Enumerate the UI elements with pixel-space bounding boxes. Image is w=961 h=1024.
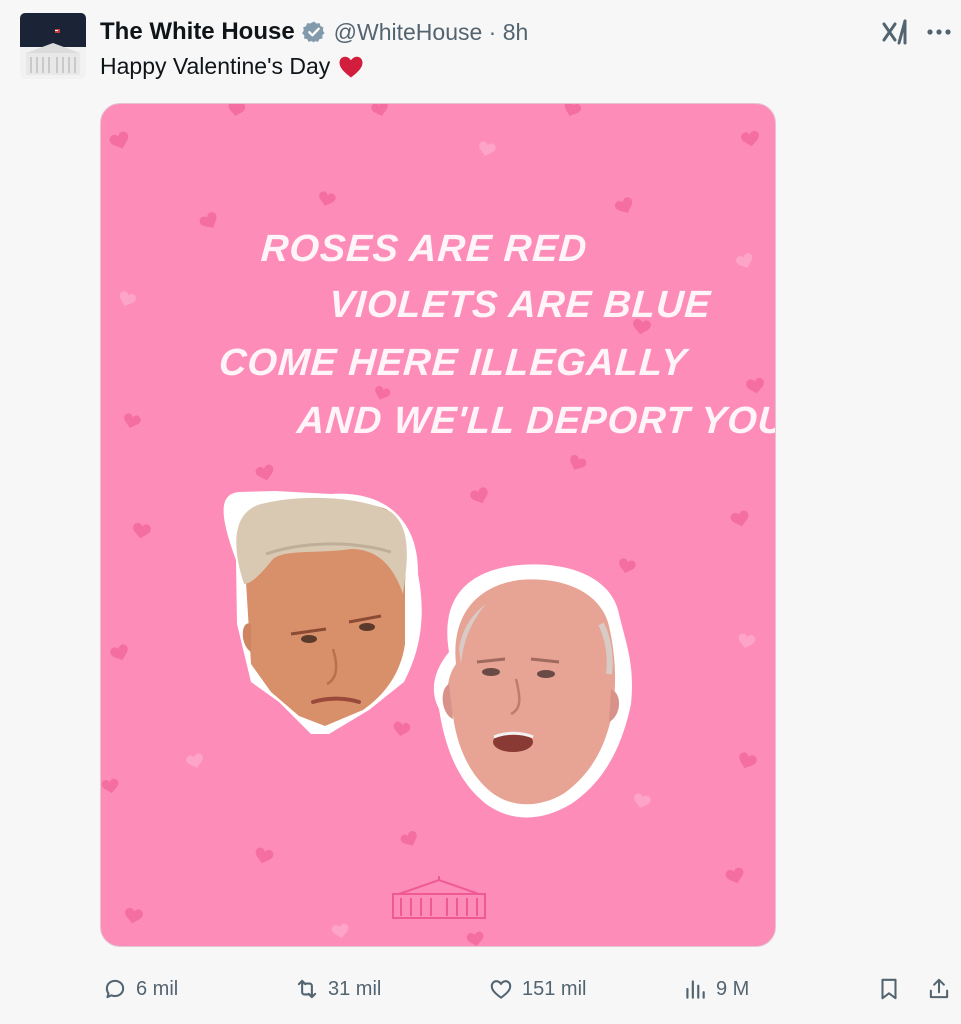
views-button[interactable]: 9 M: [682, 967, 749, 1011]
handle-timestamp[interactable]: @WhiteHouse · 8h: [334, 19, 529, 46]
tweet-text-content: Happy Valentine's Day: [100, 53, 331, 79]
tweet-image[interactable]: ROSES ARE RED VIOLETS ARE BLUE COME HERE…: [100, 103, 776, 947]
poem-line: VIOLETS ARE BLUE: [327, 284, 713, 326]
tweet-actions: 6 mil 31 mil 151 mil 9 M: [0, 967, 961, 1011]
tweet-text: Happy Valentine's Day: [100, 53, 364, 80]
face-sticker-left: [223, 491, 422, 734]
like-count: 151 mil: [522, 977, 587, 1000]
repost-button[interactable]: 31 mil: [294, 967, 381, 1011]
bookmark-button[interactable]: [876, 967, 902, 1011]
white-house-logo: [392, 876, 486, 919]
reply-icon: [105, 979, 125, 999]
red-heart-icon: [338, 55, 364, 79]
verified-badge-icon: [301, 20, 326, 44]
bookmark-icon: [881, 978, 897, 1000]
views-count: 9 M: [716, 977, 750, 1000]
poem-line: ROSES ARE RED: [259, 228, 589, 270]
display-name[interactable]: The White House: [100, 18, 295, 46]
repost-icon: [297, 979, 317, 999]
share-icon: [929, 978, 949, 999]
more-icon[interactable]: [924, 18, 954, 46]
views-icon: [686, 980, 705, 999]
tweet-header: The White House @WhiteHouse · 8h: [100, 16, 528, 48]
reply-count: 6 mil: [136, 977, 179, 1000]
share-button[interactable]: [926, 967, 952, 1011]
avatar[interactable]: [20, 13, 86, 79]
poem-line: COME HERE ILLEGALLY: [217, 342, 689, 384]
reply-button[interactable]: 6 mil: [102, 967, 178, 1011]
like-button[interactable]: 151 mil: [488, 967, 586, 1011]
poem-line: AND WE'LL DEPORT YOU: [295, 400, 776, 442]
grok-icon[interactable]: [880, 18, 912, 46]
repost-count: 31 mil: [328, 977, 382, 1000]
like-icon: [490, 980, 512, 999]
face-sticker-right: [433, 564, 632, 818]
